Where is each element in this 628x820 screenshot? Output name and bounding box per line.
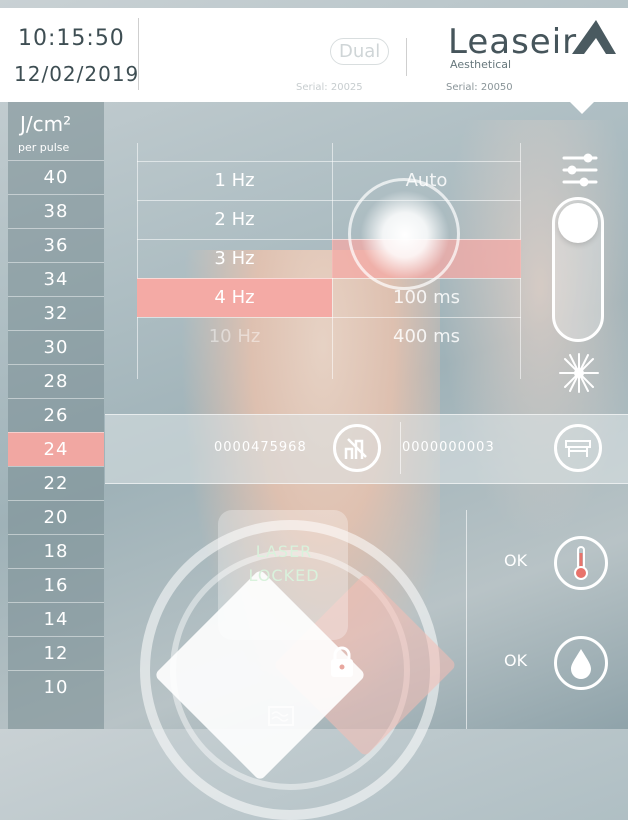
brand-subtitle: Aesthetical [450, 58, 512, 71]
pulse-counter-icon[interactable] [333, 424, 381, 472]
brand-logo-icon [568, 16, 620, 62]
fluence-item[interactable]: 12 [8, 636, 104, 670]
serial-secondary: Serial: 20025 [296, 82, 363, 93]
fluence-item[interactable]: 40 [8, 160, 104, 194]
fluence-item[interactable]: 36 [8, 228, 104, 262]
header-divider [138, 18, 139, 90]
clock-time: 10:15:50 [18, 26, 125, 51]
fluence-item[interactable]: 30 [8, 330, 104, 364]
lock-icon[interactable] [328, 645, 356, 683]
laser-status-line1: LASER [255, 542, 313, 561]
fluence-item[interactable]: 14 [8, 602, 104, 636]
fluence-item[interactable]: 32 [8, 296, 104, 330]
pulse-counter: 0000475968 [214, 440, 307, 455]
fluence-item[interactable]: 18 [8, 534, 104, 568]
handpiece-icon[interactable] [554, 424, 602, 472]
water-status: OK [504, 651, 528, 670]
fluence-unit: J/cm² [20, 112, 72, 136]
waves-icon [268, 706, 294, 730]
dual-logo: Dual [330, 38, 390, 65]
laser-status-line2: LOCKED [248, 566, 320, 585]
frequency-item[interactable]: 3 Hz [137, 239, 332, 278]
header-notch [568, 100, 596, 114]
fluence-item[interactable]: 26 [8, 398, 104, 432]
fluence-unit-sub: per pulse [18, 141, 70, 154]
frequency-item[interactable]: 4 Hz [137, 278, 332, 317]
duration-item[interactable]: 400 ms [332, 317, 521, 356]
clock-date: 12/02/2019 [14, 62, 140, 86]
serial-number: Serial: 20050 [446, 82, 513, 93]
water-drop-icon [554, 636, 608, 690]
power-slider-knob[interactable] [558, 203, 598, 243]
fluence-item[interactable]: 22 [8, 466, 104, 500]
fluence-item[interactable]: 38 [8, 194, 104, 228]
fluence-item[interactable]: 28 [8, 364, 104, 398]
settings-sliders-icon[interactable] [560, 150, 600, 194]
fluence-item[interactable]: 16 [8, 568, 104, 602]
laser-status: LASER LOCKED [236, 540, 332, 588]
temperature-status: OK [504, 551, 528, 570]
header-divider-2 [406, 38, 407, 76]
brand-name: Leaseir [448, 22, 578, 62]
fluence-item[interactable]: 10 [8, 670, 104, 704]
frequency-item[interactable]: 2 Hz [137, 200, 332, 239]
laser-spark-icon [558, 352, 600, 398]
fluence-item[interactable]: 34 [8, 262, 104, 296]
counter-divider [400, 422, 401, 474]
session-counter: 0000000003 [402, 440, 495, 455]
fluence-item[interactable]: 20 [8, 500, 104, 534]
frequency-item[interactable]: 1 Hz [137, 161, 332, 200]
frequency-item[interactable]: 10 Hz [137, 317, 332, 356]
touch-glow [360, 190, 450, 280]
thermometer-icon [554, 536, 608, 590]
status-divider [466, 510, 467, 729]
fluence-item[interactable]: 24 [8, 432, 104, 466]
